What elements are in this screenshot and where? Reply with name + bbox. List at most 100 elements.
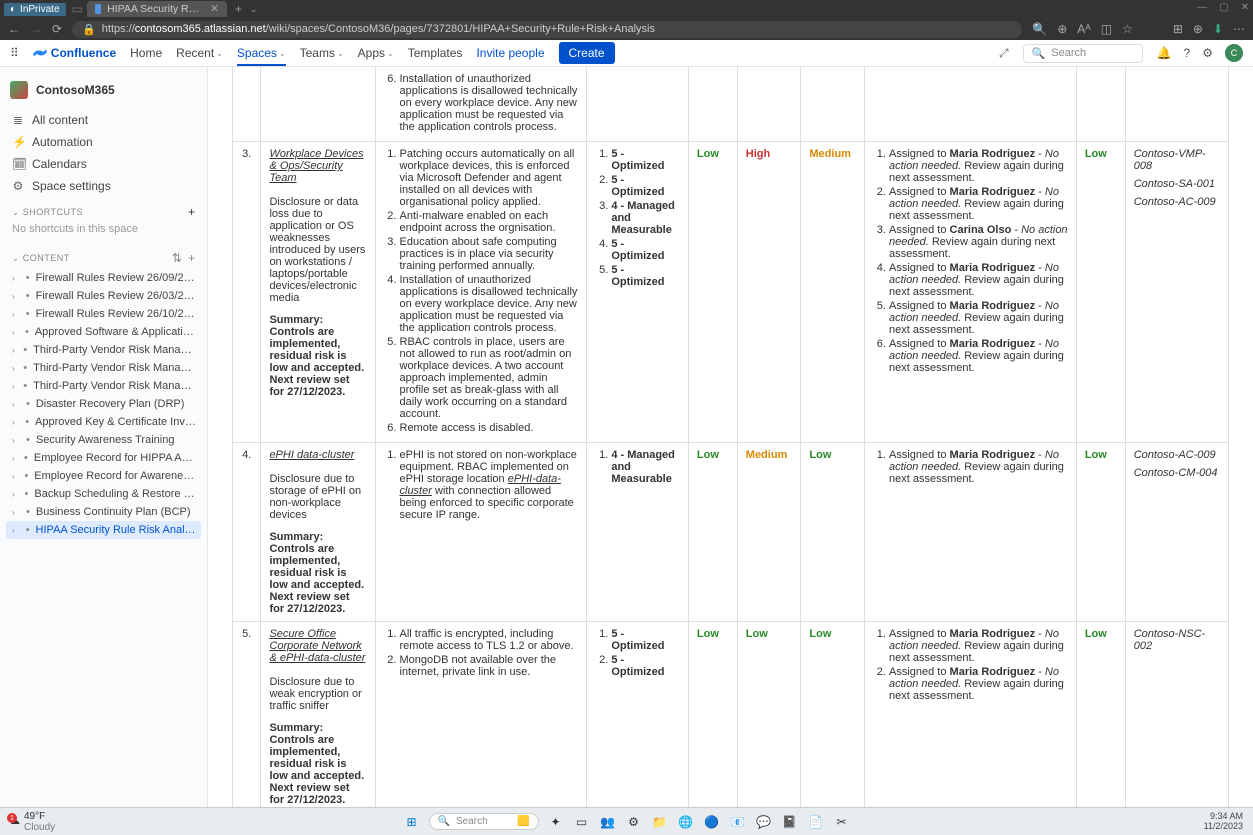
- doc-link[interactable]: Contoso-CM-004: [1134, 467, 1220, 479]
- tree-item[interactable]: ›•Third-Party Vendor Risk Management - 2…: [6, 341, 201, 359]
- summary-text: Summary: Controls are implemented, resid…: [269, 722, 366, 806]
- new-tab-button[interactable]: +: [235, 2, 242, 16]
- add-content-icon[interactable]: +: [188, 251, 195, 265]
- word-icon[interactable]: 📄: [807, 813, 825, 831]
- doc-link[interactable]: Contoso-AC-009: [1134, 196, 1220, 208]
- tree-item[interactable]: ›•Disaster Recovery Plan (DRP): [6, 395, 201, 413]
- extensions-icon[interactable]: ⊞: [1173, 22, 1183, 36]
- edge-icon[interactable]: 🌐: [677, 813, 695, 831]
- tree-item[interactable]: ›•HIPAA Security Rule Risk Analysis: [6, 521, 201, 539]
- doc-link[interactable]: Contoso-AC-009: [1134, 449, 1220, 461]
- forward-button[interactable]: →: [30, 22, 42, 36]
- onenote-icon[interactable]: 📓: [781, 813, 799, 831]
- asset-link[interactable]: Workplace Devices & Ops/Security Team: [269, 148, 363, 184]
- tree-item[interactable]: ›•Business Continuity Plan (BCP): [6, 503, 201, 521]
- tree-item[interactable]: ›•Third-Party Vendor Risk Management - 2…: [6, 359, 201, 377]
- confluence-logo[interactable]: Confluence: [33, 46, 116, 60]
- asset-link[interactable]: Secure Office Corporate Network & ePHI-d…: [269, 628, 365, 664]
- system-tray[interactable]: 9:34 AM 11/2/2023: [1204, 812, 1243, 832]
- notifications-icon[interactable]: 🔔: [1157, 46, 1172, 60]
- tree-item[interactable]: ›•Third-Party Vendor Risk Management - 2…: [6, 377, 201, 395]
- tree-item[interactable]: ›•Firewall Rules Review 26/09/2023: [6, 269, 201, 287]
- split-icon[interactable]: ◫: [1101, 22, 1112, 36]
- tree-item[interactable]: ›•Approved Software & Applications List: [6, 323, 201, 341]
- tree-item[interactable]: ›•Employee Record for HIPPA Annual Train…: [6, 449, 201, 467]
- search-input[interactable]: 🔍 Search: [1023, 44, 1143, 63]
- cell-residual: [1076, 67, 1125, 142]
- teams2-icon[interactable]: 💬: [755, 813, 773, 831]
- nav-apps[interactable]: Apps⌄: [358, 46, 394, 60]
- sidebar-item[interactable]: ⚡Automation: [6, 131, 201, 153]
- outlook-icon[interactable]: 📧: [729, 813, 747, 831]
- create-button[interactable]: Create: [559, 42, 615, 64]
- tree-item[interactable]: ›•Firewall Rules Review 26/03/2023: [6, 287, 201, 305]
- invite-people-button[interactable]: Invite people: [476, 46, 544, 60]
- help-icon[interactable]: ?: [1184, 46, 1191, 60]
- explorer-icon[interactable]: 📁: [651, 813, 669, 831]
- tree-item-label: Security Awareness Training: [36, 434, 175, 446]
- copilot-icon[interactable]: ✦: [547, 813, 565, 831]
- expand-icon[interactable]: ⤢: [999, 46, 1009, 61]
- avatar[interactable]: C: [1225, 44, 1243, 62]
- read-aloud-icon[interactable]: ⊕: [1057, 22, 1067, 36]
- space-name: ContosoM365: [36, 83, 115, 97]
- chevron-right-icon: ›: [12, 310, 20, 319]
- close-button[interactable]: ✕: [1241, 2, 1249, 13]
- space-header[interactable]: ContosoM365: [6, 75, 201, 109]
- tree-item[interactable]: ›•Employee Record for Awareness Training: [6, 467, 201, 485]
- tree-item[interactable]: ›•Firewall Rules Review 26/10/2022: [6, 305, 201, 323]
- address-bar[interactable]: 🔒 https://contosom365.atlassian.net/wiki…: [72, 21, 1022, 38]
- task-view-icon[interactable]: ▭: [573, 813, 591, 831]
- doc-link[interactable]: Contoso-SA-001: [1134, 178, 1220, 190]
- zoom-icon[interactable]: 🔍: [1032, 22, 1047, 36]
- app-header: ⠿ Confluence Home Recent⌄ Spaces⌄ Teams⌄…: [0, 40, 1253, 67]
- chevron-right-icon: ›: [12, 508, 20, 517]
- tab-hipaa[interactable]: HIPAA Security Rule Risk Analysi ✕: [87, 1, 227, 17]
- tree-item[interactable]: ›•Backup Scheduling & Restore Procedure: [6, 485, 201, 503]
- nav-recent[interactable]: Recent⌄: [176, 46, 223, 60]
- collapse-icon[interactable]: ⌄: [12, 254, 19, 263]
- maximize-button[interactable]: ▢: [1219, 2, 1228, 13]
- doc-link[interactable]: Contoso-VMP-008: [1134, 148, 1220, 172]
- sidebar-item[interactable]: ≣All content: [6, 109, 201, 131]
- minimize-button[interactable]: —: [1197, 2, 1207, 13]
- collections-icon[interactable]: ⊕: [1193, 22, 1203, 36]
- favorite-icon[interactable]: ☆: [1122, 22, 1133, 36]
- chrome-icon[interactable]: 🔵: [703, 813, 721, 831]
- nav-spaces[interactable]: Spaces⌄: [237, 46, 286, 66]
- workspaces-icon[interactable]: ▭: [72, 2, 83, 16]
- tab-close-icon[interactable]: ✕: [210, 3, 219, 15]
- doc-link[interactable]: Contoso-NSC-002: [1134, 628, 1220, 652]
- taskbar-search[interactable]: 🔍 Search 🟨: [429, 813, 539, 830]
- sidebar-item[interactable]: 🗓Calendars: [6, 153, 201, 175]
- settings-icon[interactable]: ⚙: [625, 813, 643, 831]
- menu-icon[interactable]: ⋯: [1233, 22, 1245, 36]
- control-item: Anti-malware enabled on each endpoint ac…: [400, 210, 579, 234]
- collapse-icon[interactable]: ⌄: [12, 208, 19, 217]
- app-switcher-icon[interactable]: ⠿: [10, 46, 19, 60]
- add-shortcut-icon[interactable]: +: [188, 205, 195, 219]
- start-button[interactable]: ⊞: [403, 813, 421, 831]
- assignment-item: Assigned to Maria Rodriguez - No action …: [889, 262, 1068, 298]
- settings-icon[interactable]: ⚙: [1202, 46, 1213, 60]
- refresh-button[interactable]: ⟳: [52, 22, 62, 36]
- nav-templates[interactable]: Templates: [408, 46, 463, 60]
- snip-icon[interactable]: ✂: [833, 813, 851, 831]
- confluence-icon: [33, 46, 47, 60]
- cell-impact: Low: [737, 622, 801, 808]
- nav-teams[interactable]: Teams⌄: [300, 46, 344, 60]
- downloads-icon[interactable]: ⬇: [1213, 22, 1223, 36]
- asset-link[interactable]: ePHI data-cluster: [269, 449, 354, 461]
- weather-widget[interactable]: ☁1 49°F Cloudy: [10, 811, 55, 833]
- tree-item[interactable]: ›•Security Awareness Training: [6, 431, 201, 449]
- tab-actions-icon[interactable]: ⌄: [250, 4, 258, 15]
- cell-controls: All traffic is encrypted, including remo…: [375, 622, 587, 808]
- tree-item[interactable]: ›•Approved Key & Certificate Inventory: [6, 413, 201, 431]
- filter-icon[interactable]: ⇅: [172, 251, 182, 265]
- back-button[interactable]: ←: [8, 22, 20, 36]
- nav-home[interactable]: Home: [130, 46, 162, 60]
- sidebar-item[interactable]: ⚙Space settings: [6, 175, 201, 197]
- text-size-icon[interactable]: Aᴬ: [1077, 22, 1090, 36]
- tree-item-label: Employee Record for HIPPA Annual Trainin…: [34, 452, 197, 464]
- teams-icon[interactable]: 👥: [599, 813, 617, 831]
